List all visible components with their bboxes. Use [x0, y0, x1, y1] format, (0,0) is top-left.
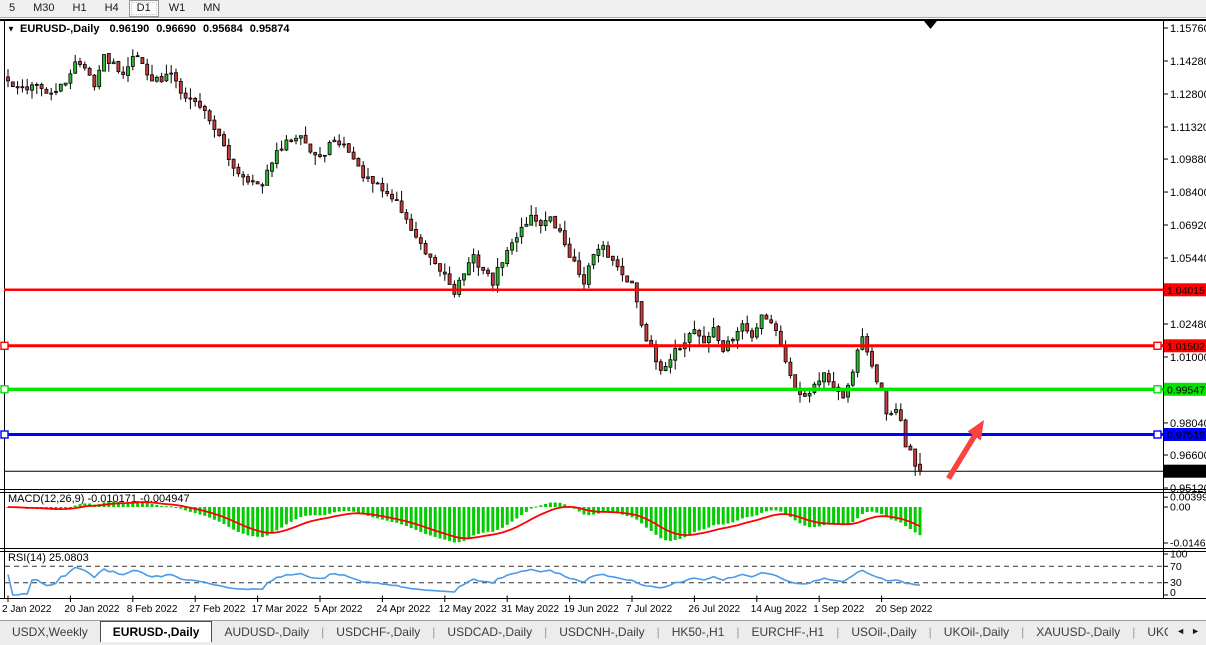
symbol-tab[interactable]: UKOil-,Daily: [932, 621, 1021, 642]
symbol-tab[interactable]: USDCAD-,Daily: [435, 621, 544, 642]
line-handle[interactable]: [1, 386, 8, 393]
timeframe-toolbar: 5M30H1H4D1W1MN: [0, 0, 1206, 18]
svg-text:1.02480: 1.02480: [1170, 319, 1206, 331]
symbol-tab[interactable]: EURUSD-,Daily: [100, 621, 213, 642]
tab-scroll-right-icon[interactable]: ►: [1188, 626, 1203, 636]
tab-scroll-left-icon[interactable]: ◄: [1173, 626, 1188, 636]
svg-text:31 May 2022: 31 May 2022: [501, 604, 559, 615]
timeframe-button-mn[interactable]: MN: [195, 0, 228, 17]
timeframe-button-d1[interactable]: D1: [129, 0, 159, 17]
svg-text:7 Jul 2022: 7 Jul 2022: [626, 604, 673, 615]
symbol-tab[interactable]: USDX,Weekly: [0, 621, 100, 642]
svg-text:0: 0: [1170, 587, 1176, 599]
symbol-tabs: USDX,WeeklyEURUSD-,DailyAUDUSD-,Daily|US…: [0, 621, 1168, 642]
price-line-label: 1.04015: [1164, 283, 1206, 297]
symbol-tab[interactable]: XAUUSD-,Daily: [1024, 621, 1132, 642]
symbol-tab[interactable]: HK50-,H1: [660, 621, 737, 642]
symbol-tab[interactable]: USDCNH-,Daily: [547, 621, 656, 642]
rsi-label: RSI(14) 25.0803: [8, 552, 89, 564]
svg-text:14 Aug 2022: 14 Aug 2022: [751, 604, 808, 615]
svg-text:2 Jan 2022: 2 Jan 2022: [2, 604, 52, 615]
svg-text:0.99547: 0.99547: [1167, 384, 1205, 396]
timeframe-button-h1[interactable]: H1: [65, 0, 95, 17]
svg-text:1.01000: 1.01000: [1170, 352, 1206, 364]
svg-text:17 Mar 2022: 17 Mar 2022: [252, 604, 309, 615]
svg-text:24 Apr 2022: 24 Apr 2022: [376, 604, 430, 615]
price-line-label: 0.95874: [1164, 465, 1206, 479]
price-line-label: 1.01502: [1164, 339, 1206, 353]
svg-text:27 Feb 2022: 27 Feb 2022: [189, 604, 246, 615]
svg-text:0.95874: 0.95874: [1167, 466, 1205, 478]
symbol-tab[interactable]: UKOil-,Da: [1135, 621, 1168, 642]
svg-text:0.00: 0.00: [1170, 502, 1191, 514]
symbol-tab[interactable]: AUDUSD-,Daily: [212, 621, 321, 642]
line-handle[interactable]: [1154, 386, 1161, 393]
svg-text:20 Jan 2022: 20 Jan 2022: [64, 604, 119, 615]
svg-text:1.05440: 1.05440: [1170, 253, 1206, 265]
svg-text:1.11320: 1.11320: [1170, 122, 1206, 134]
symbol-tab[interactable]: EURCHF-,H1: [740, 621, 837, 642]
symbol-tab[interactable]: USDCHF-,Daily: [324, 621, 432, 642]
svg-text:20 Sep 2022: 20 Sep 2022: [876, 604, 933, 615]
svg-text:8 Feb 2022: 8 Feb 2022: [127, 604, 178, 615]
bottom-tab-bar: USDX,WeeklyEURUSD-,DailyAUDUSD-,Daily|US…: [0, 620, 1206, 645]
price-line-label: 0.97519: [1164, 428, 1206, 442]
timeframe-button-m30[interactable]: M30: [25, 0, 62, 17]
svg-text:19 Jun 2022: 19 Jun 2022: [564, 604, 619, 615]
line-handle[interactable]: [1, 431, 8, 438]
price-line-label: 0.99547: [1164, 383, 1206, 397]
chart-background: [0, 18, 1206, 620]
timeframe-button-5[interactable]: 5: [1, 0, 23, 17]
svg-text:12 May 2022: 12 May 2022: [439, 604, 497, 615]
collapse-arrow-icon[interactable]: ▼: [7, 25, 15, 34]
line-handle[interactable]: [1154, 342, 1161, 349]
svg-text:1.12800: 1.12800: [1170, 89, 1206, 101]
svg-text:0.96600: 0.96600: [1170, 450, 1206, 462]
svg-text:1 Sep 2022: 1 Sep 2022: [813, 604, 865, 615]
timeframe-button-h4[interactable]: H4: [97, 0, 127, 17]
line-handle[interactable]: [1, 342, 8, 349]
svg-text:1.08400: 1.08400: [1170, 187, 1206, 199]
timeframe-button-w1[interactable]: W1: [161, 0, 194, 17]
svg-text:100: 100: [1170, 549, 1188, 561]
symbol-tab[interactable]: USOil-,Daily: [839, 621, 928, 642]
svg-text:1.14280: 1.14280: [1170, 56, 1206, 68]
svg-text:70: 70: [1170, 561, 1182, 573]
svg-text:1.06920: 1.06920: [1170, 220, 1206, 232]
svg-text:26 Jul 2022: 26 Jul 2022: [688, 604, 740, 615]
line-handle[interactable]: [1154, 431, 1161, 438]
chart-window: ▼ EURUSD-,Daily0.961900.966900.956840.95…: [0, 18, 1206, 620]
svg-text:5 Apr 2022: 5 Apr 2022: [314, 604, 363, 615]
svg-text:0.97519: 0.97519: [1167, 430, 1205, 442]
tab-scroll-arrows: ◄►: [1173, 626, 1203, 636]
svg-text:1.01502: 1.01502: [1167, 341, 1205, 353]
svg-text:1.15760: 1.15760: [1170, 23, 1206, 35]
svg-text:1.09880: 1.09880: [1170, 154, 1206, 166]
svg-text:1.04015: 1.04015: [1167, 285, 1205, 297]
